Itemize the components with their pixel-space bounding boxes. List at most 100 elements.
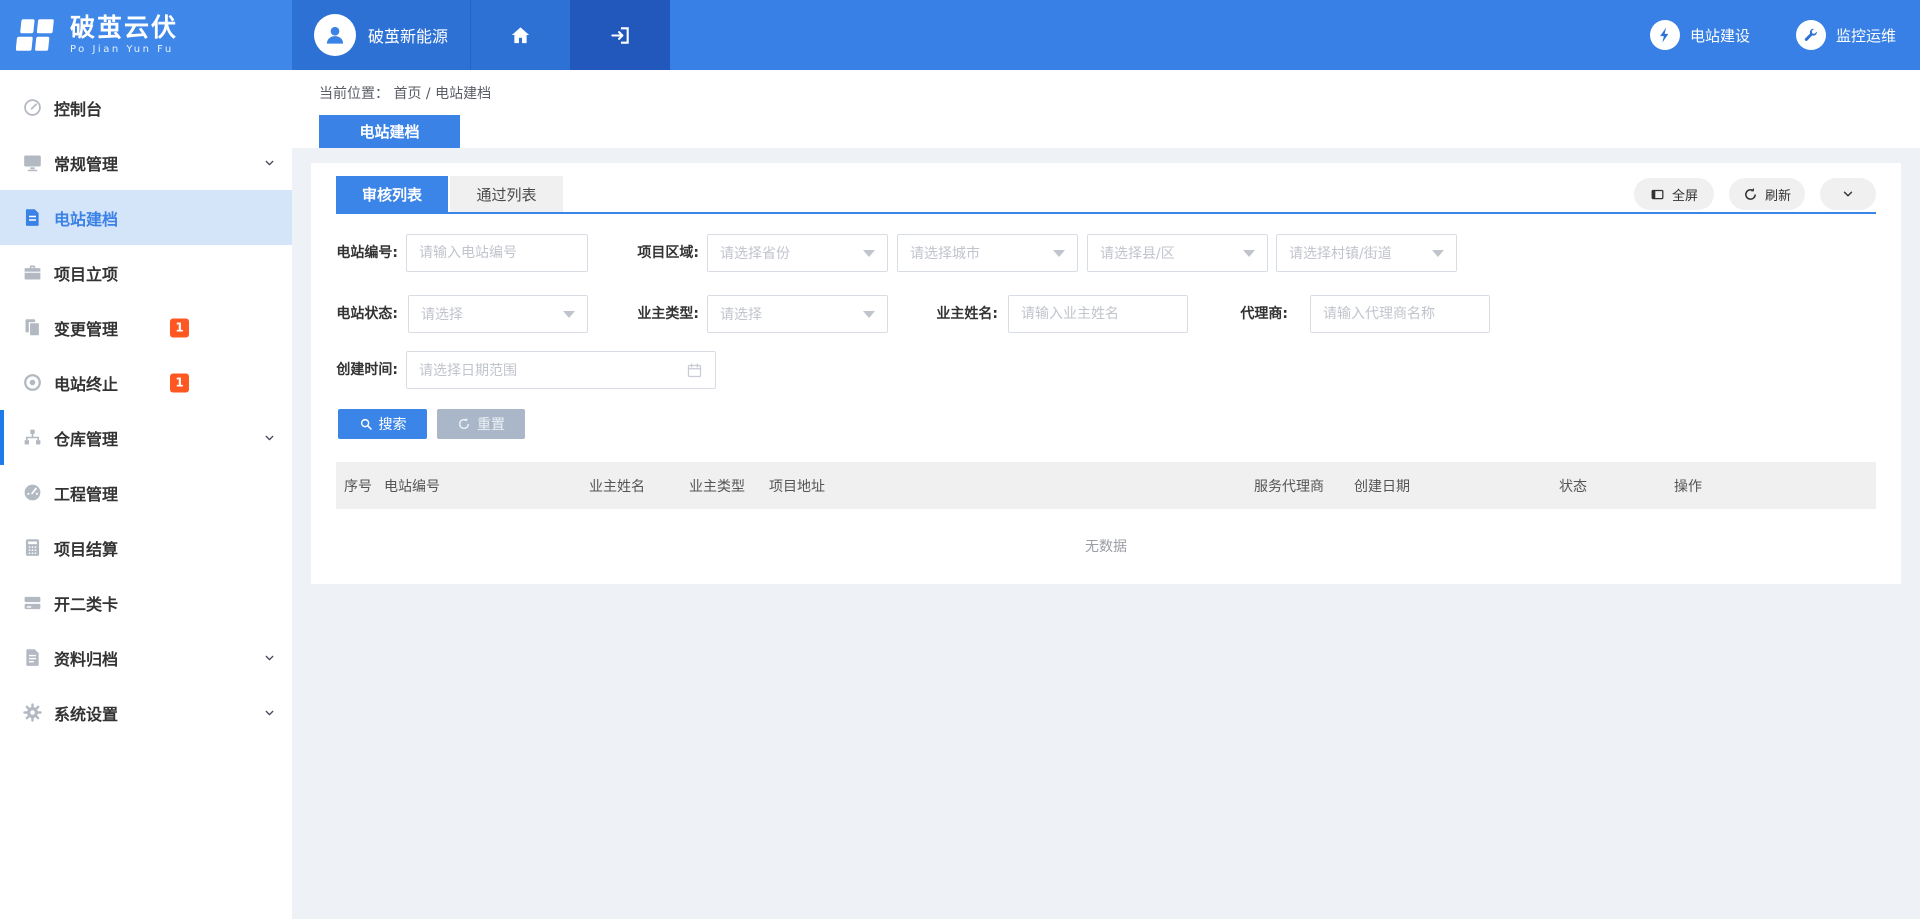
column-header: 项目地址: [769, 476, 1254, 496]
sidebar-item-label: 开二类卡: [54, 591, 118, 615]
calendar-icon: [686, 362, 703, 379]
reset-icon: [457, 417, 471, 431]
column-header: 状态: [1559, 476, 1674, 496]
city-select[interactable]: 请选择城市: [897, 234, 1078, 272]
sidebar-item-icon: [22, 317, 43, 338]
column-header: 业主姓名: [589, 476, 689, 496]
county-select[interactable]: 请选择县/区: [1087, 234, 1268, 272]
home-button[interactable]: [470, 0, 570, 70]
sidebar-item-record[interactable]: 电站终止 1: [0, 355, 292, 410]
logout-icon: [609, 24, 632, 47]
column-header: 电站编号: [384, 476, 589, 496]
sidebar-item-card[interactable]: 开二类卡: [0, 575, 292, 630]
sidebar-item-icon: [22, 482, 43, 503]
nav-monitor-ops-label: 监控运维: [1836, 25, 1896, 46]
fullscreen-button[interactable]: 全屏: [1634, 178, 1714, 210]
county-placeholder: 请选择县/区: [1100, 243, 1243, 263]
date-range-input[interactable]: 请选择日期范围: [406, 351, 716, 389]
collapse-button[interactable]: [1820, 178, 1876, 210]
sidebar-item-label: 常规管理: [54, 151, 118, 175]
sidebar-item-label: 仓库管理: [54, 426, 118, 450]
logout-button[interactable]: [570, 0, 670, 70]
sidebar-item-dash[interactable]: 控制台: [0, 80, 292, 135]
nav-station-build[interactable]: 电站建设: [1650, 20, 1750, 50]
create-time-label: 创建时间:: [335, 351, 398, 389]
notification-badge: 1: [170, 373, 189, 392]
town-placeholder: 请选择村镇/街道: [1289, 243, 1432, 263]
page-tab-station-archive[interactable]: 电站建档: [319, 115, 460, 148]
nav-monitor-ops[interactable]: 监控运维: [1796, 20, 1896, 50]
chevron-down-icon: [1841, 187, 1855, 201]
brand-logo: 破茧云伏 Po Jian Yun Fu: [0, 0, 292, 70]
refresh-label: 刷新: [1765, 185, 1791, 204]
sidebar-item-doc[interactable]: 电站建档: [0, 190, 292, 245]
sidebar-item-label: 项目立项: [54, 261, 118, 285]
sidebar-item-label: 系统设置: [54, 701, 118, 725]
sidebar-item-icon: [22, 372, 43, 393]
agent-label: 代理商:: [1238, 295, 1288, 333]
sidebar-item-case[interactable]: 项目立项: [0, 245, 292, 300]
column-header: 业主类型: [689, 476, 769, 496]
chevron-down-icon: [1432, 250, 1444, 257]
avatar: [314, 14, 356, 56]
sidebar-item-icon: [22, 592, 43, 613]
column-header: 创建日期: [1354, 476, 1559, 496]
main-area: 当前位置： 首页 / 电站建档 电站建档 审核列表 通过列表 全屏 刷新: [292, 70, 1920, 919]
sidebar-item-pages[interactable]: 变更管理 1: [0, 300, 292, 355]
search-icon: [359, 417, 373, 431]
fullscreen-label: 全屏: [1672, 185, 1698, 204]
page-tab-bar: 电站建档: [292, 115, 1920, 148]
station-status-label: 电站状态:: [335, 295, 398, 333]
sidebar-item-label: 工程管理: [54, 481, 118, 505]
filter-row-1: 电站编号: 项目区域: 请选择省份 请选择城市 请选择县/区 请选择村镇/街道: [336, 234, 1876, 272]
chevron-down-icon: [863, 311, 875, 318]
user-menu[interactable]: 破茧新能源: [292, 0, 470, 70]
search-button[interactable]: 搜索: [338, 409, 427, 439]
list-tabs: 审核列表 通过列表 全屏 刷新: [336, 163, 1876, 214]
chevron-down-icon: [1243, 250, 1255, 257]
brand-subtitle: Po Jian Yun Fu: [70, 44, 178, 55]
sidebar-item-label: 控制台: [54, 96, 102, 120]
owner-name-input[interactable]: [1008, 295, 1188, 333]
nav-station-build-label: 电站建设: [1690, 25, 1750, 46]
town-select[interactable]: 请选择村镇/街道: [1276, 234, 1457, 272]
tab-review-list[interactable]: 审核列表: [336, 176, 448, 212]
filter-row-3: 创建时间: 请选择日期范围: [336, 351, 1876, 389]
home-icon: [509, 24, 532, 47]
chevron-down-icon: [1053, 250, 1065, 257]
filter-row-2: 电站状态: 请选择 业主类型: 请选择 业主姓名: 代理商:: [336, 295, 1876, 333]
reset-button[interactable]: 重置: [437, 409, 525, 439]
date-range-placeholder: 请选择日期范围: [419, 360, 686, 380]
sidebar-item-label: 项目结算: [54, 536, 118, 560]
panel: 审核列表 通过列表 全屏 刷新 电站编号: 项目区域:: [311, 163, 1901, 584]
user-name: 破茧新能源: [368, 23, 448, 47]
sidebar-item-label: 电站终止: [54, 371, 118, 395]
province-select[interactable]: 请选择省份: [707, 234, 888, 272]
sidebar-item-icon: [22, 427, 43, 448]
station-no-input[interactable]: [406, 234, 588, 272]
refresh-button[interactable]: 刷新: [1729, 178, 1805, 210]
tab-passed-list[interactable]: 通过列表: [450, 176, 563, 212]
sidebar-item-gear[interactable]: 系统设置: [0, 685, 292, 740]
solar-blocks-icon: [16, 14, 58, 56]
sidebar-item-monitor[interactable]: 常规管理: [0, 135, 292, 190]
empty-state: 无数据: [336, 509, 1876, 583]
sidebar-item-calc[interactable]: 项目结算: [0, 520, 292, 575]
sidebar-item-gauge[interactable]: 工程管理: [0, 465, 292, 520]
sidebar-item-icon: [22, 702, 43, 723]
sidebar-item-file[interactable]: 资料归档: [0, 630, 292, 685]
column-header: 序号: [344, 476, 384, 496]
sidebar-item-icon: [22, 647, 43, 668]
owner-type-select[interactable]: 请选择: [707, 295, 888, 333]
notification-badge: 1: [170, 318, 189, 337]
breadcrumb-text: 当前位置： 首页 / 电站建档: [319, 83, 491, 103]
sidebar-item-icon: [22, 152, 43, 173]
station-status-select[interactable]: 请选择: [408, 295, 588, 333]
chevron-down-icon: [263, 156, 276, 169]
owner-name-label: 业主姓名:: [935, 295, 998, 333]
chevron-down-icon: [563, 311, 575, 318]
station-no-label: 电站编号:: [335, 234, 398, 272]
sidebar-item-sitemap[interactable]: 仓库管理: [0, 410, 292, 465]
agent-input[interactable]: [1310, 295, 1490, 333]
wrench-icon: [1802, 27, 1819, 44]
